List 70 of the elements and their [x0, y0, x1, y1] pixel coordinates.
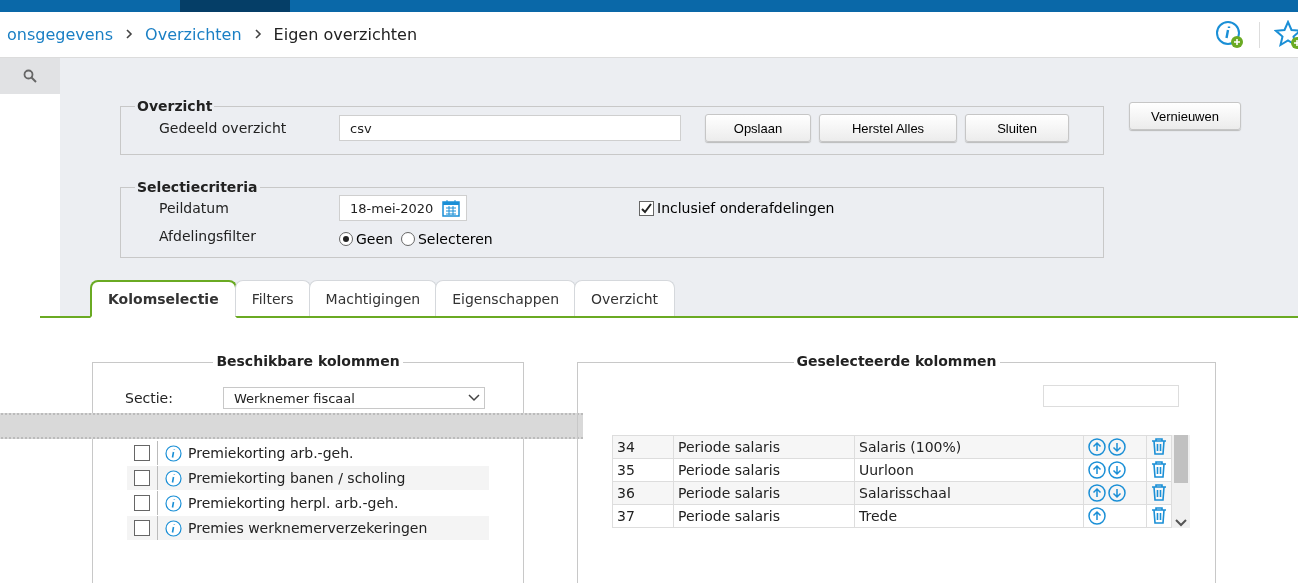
info-icon[interactable]: [164, 444, 182, 462]
checkbox[interactable]: [134, 495, 150, 511]
table-cell: Periode salaris: [673, 458, 855, 482]
breadcrumb-link[interactable]: onsgegevens: [7, 25, 114, 44]
tab[interactable]: Filters: [234, 280, 311, 316]
field-label: Peildatum: [159, 200, 230, 216]
arrow-down-icon[interactable]: [1108, 461, 1126, 479]
input-field[interactable]: [1043, 385, 1179, 407]
table-cell: Uurloon: [854, 458, 1084, 482]
column-option: Premiekorting banen / scholing: [188, 470, 406, 486]
checkbox[interactable]: Inclusief onderafdelingen: [639, 200, 1089, 216]
table-cell: 34: [612, 435, 674, 459]
info-add-icon[interactable]: [1215, 19, 1245, 50]
column-option: Premiekorting arb.-geh.: [188, 445, 354, 461]
trash-icon[interactable]: [1151, 482, 1167, 501]
info-icon[interactable]: [164, 519, 182, 537]
table-cell: Periode salaris: [673, 435, 855, 459]
date-field[interactable]: 18-mei-2020: [339, 195, 467, 221]
caret-icon: [467, 394, 480, 402]
search-icon[interactable]: [23, 69, 37, 83]
table-cell: Salarisschaal: [854, 481, 1084, 505]
table-cell: 36: [612, 481, 674, 505]
panel-title: Beschikbare kolommen: [213, 353, 403, 369]
arrow-down-icon[interactable]: [1108, 484, 1126, 502]
star-add-icon[interactable]: [1274, 19, 1298, 50]
tab[interactable]: Eigenschappen: [435, 280, 577, 316]
breadcrumb-current: Eigen overzichten: [273, 25, 418, 44]
radio-button[interactable]: Selecteren: [400, 231, 493, 247]
chevron-down-icon[interactable]: [1175, 518, 1187, 528]
table-cell: 35: [612, 458, 674, 482]
info-icon[interactable]: [164, 494, 182, 512]
trash-icon[interactable]: [1151, 505, 1167, 524]
checkbox[interactable]: [134, 445, 150, 461]
panel-title: Geselecteerde kolommen: [793, 353, 1000, 369]
calendar-icon[interactable]: [442, 199, 460, 217]
action-button[interactable]: Opslaan: [705, 114, 811, 142]
field-label: Sectie:: [125, 390, 173, 406]
fieldset-legend: Overzicht: [135, 98, 215, 114]
checkmark-icon: [641, 202, 652, 214]
field-label: Afdelingsfilter: [159, 228, 257, 244]
input-field[interactable]: csv: [339, 115, 681, 141]
column-option: Premiekorting herpl. arb.-geh.: [188, 495, 399, 511]
dropdown[interactable]: Werknemer fiscaal: [222, 387, 485, 409]
tab[interactable]: Overzicht: [574, 280, 676, 316]
arrow-down-icon[interactable]: [1108, 438, 1126, 456]
arrow-up-icon[interactable]: [1088, 484, 1106, 502]
trash-icon[interactable]: [1151, 459, 1167, 478]
arrow-up-icon[interactable]: [1088, 438, 1106, 456]
action-button[interactable]: Herstel Alles: [819, 114, 957, 142]
trash-icon[interactable]: [1151, 436, 1167, 455]
radio-button[interactable]: Geen: [339, 231, 393, 247]
field-label: Gedeeld overzicht: [159, 120, 288, 136]
info-icon[interactable]: [164, 469, 182, 487]
checkbox[interactable]: [134, 520, 150, 536]
arrow-up-icon[interactable]: [1088, 507, 1106, 525]
scrollbar-thumb[interactable]: [1174, 435, 1188, 483]
refresh-button[interactable]: Vernieuwen: [1129, 102, 1241, 130]
tab[interactable]: Kolomselectie: [90, 280, 237, 318]
checkbox[interactable]: [134, 470, 150, 486]
fieldset-legend: Selectiecriteria: [135, 179, 260, 195]
tab[interactable]: Machtigingen: [308, 280, 438, 316]
arrow-up-icon[interactable]: [1088, 461, 1106, 479]
breadcrumb-link[interactable]: Overzichten: [145, 25, 242, 44]
table-cell: Periode salaris: [673, 504, 855, 528]
table-cell: Trede: [854, 504, 1084, 528]
action-button[interactable]: Sluiten: [965, 114, 1069, 142]
table-cell: 37: [612, 504, 674, 528]
table-cell: Periode salaris: [673, 481, 855, 505]
column-option: Premies werknemerverzekeringen: [188, 520, 428, 536]
table-cell: Salaris (100%): [854, 435, 1084, 459]
